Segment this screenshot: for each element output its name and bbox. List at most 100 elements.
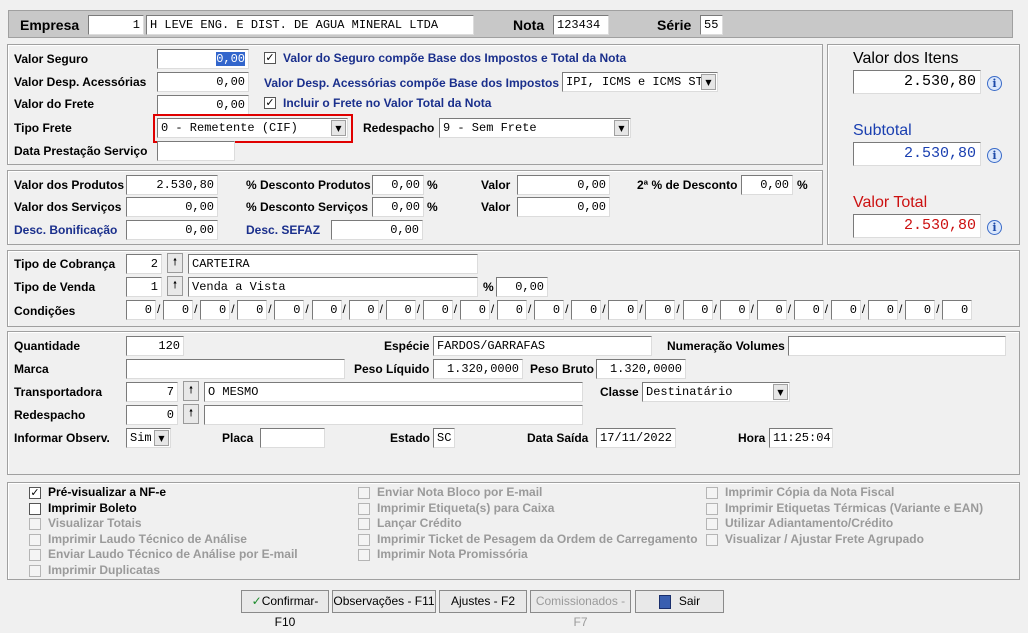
- desc-serv-field[interactable]: 0,00: [372, 197, 424, 217]
- tipo-venda-code[interactable]: 1: [126, 277, 162, 297]
- info-icon[interactable]: i: [987, 220, 1002, 235]
- condicao-field[interactable]: 0: [422, 300, 453, 320]
- option-checkbox[interactable]: [29, 549, 41, 561]
- condicao-field[interactable]: 0: [608, 300, 639, 320]
- condicao-field[interactable]: 0: [905, 300, 936, 320]
- condicao-field[interactable]: 0: [793, 300, 824, 320]
- redespacho-select[interactable]: 9 - Sem Frete ▼: [439, 118, 631, 138]
- seguro-field[interactable]: 0,00: [157, 49, 249, 69]
- condicao-field[interactable]: 0: [756, 300, 787, 320]
- especie-field[interactable]: FARDOS/GARRAFAS: [433, 336, 652, 356]
- option-checkbox[interactable]: [29, 564, 41, 577]
- condicao-field[interactable]: 0: [571, 300, 602, 320]
- frete-checkbox[interactable]: ✓: [264, 97, 276, 109]
- condicao-field[interactable]: 0: [942, 300, 973, 320]
- quantidade-field[interactable]: 120: [126, 336, 184, 356]
- produtos-field[interactable]: 2.530,80: [126, 175, 218, 195]
- condicao-field[interactable]: 0: [274, 300, 305, 320]
- data-saida-field[interactable]: 17/11/2022: [596, 428, 676, 448]
- chevron-down-icon[interactable]: ▼: [154, 430, 169, 446]
- chevron-down-icon[interactable]: ▼: [701, 74, 716, 90]
- redesp-code[interactable]: 0: [126, 405, 178, 425]
- hora-field[interactable]: 11:25:04: [769, 428, 833, 448]
- option-checkbox[interactable]: [706, 487, 718, 499]
- chevron-down-icon[interactable]: ▼: [614, 120, 629, 136]
- option-checkbox[interactable]: [358, 533, 370, 546]
- tipo-venda-name[interactable]: Venda a Vista: [188, 277, 478, 297]
- servicos-field[interactable]: 0,00: [126, 197, 218, 217]
- option-checkbox[interactable]: [358, 518, 370, 530]
- option-checkbox[interactable]: [358, 549, 370, 561]
- tipo-cobranca-name[interactable]: CARTEIRA: [188, 254, 478, 274]
- tipo-cobranca-code[interactable]: 2: [126, 254, 162, 274]
- transp-code[interactable]: 7: [126, 382, 178, 402]
- option-checkbox[interactable]: [706, 518, 718, 530]
- condicao-field[interactable]: 0: [163, 300, 194, 320]
- desc2-field[interactable]: 0,00: [741, 175, 793, 195]
- comissionados-button[interactable]: Comissionados - F7: [530, 590, 631, 629]
- desc-prod-field[interactable]: 0,00: [372, 175, 424, 195]
- sefaz-field[interactable]: 0,00: [331, 220, 423, 240]
- condicao-field[interactable]: 0: [459, 300, 490, 320]
- serie-field[interactable]: 55: [700, 15, 723, 35]
- lookup-arrow-icon[interactable]: 🠕: [167, 253, 183, 273]
- condicao-separator: /: [379, 302, 383, 316]
- desp-field[interactable]: 0,00: [157, 72, 249, 92]
- lookup-arrow-icon[interactable]: 🠕: [167, 276, 183, 296]
- lookup-arrow-icon[interactable]: 🠕: [183, 381, 199, 401]
- condicao-field[interactable]: 0: [868, 300, 898, 320]
- condicao-field[interactable]: 0: [126, 300, 156, 320]
- empresa-name-field[interactable]: H LEVE ENG. E DIST. DE AGUA MINERAL LTDA: [146, 15, 474, 35]
- condicao-field[interactable]: 0: [348, 300, 379, 320]
- condicao-field[interactable]: 0: [311, 300, 342, 320]
- peso-liq-field[interactable]: 1.320,0000: [433, 359, 523, 379]
- condicao-field[interactable]: 0: [237, 300, 268, 320]
- placa-field[interactable]: [260, 428, 325, 448]
- info-icon[interactable]: i: [987, 148, 1002, 163]
- classe-select[interactable]: Destinatário ▼: [642, 382, 790, 402]
- obs-select[interactable]: Sim ▼: [126, 428, 171, 448]
- ajustes-button[interactable]: Ajustes - F2: [439, 590, 527, 613]
- nota-field[interactable]: 123434: [553, 15, 609, 35]
- option-checkbox[interactable]: [29, 518, 41, 530]
- chevron-down-icon[interactable]: ▼: [773, 384, 788, 400]
- confirmar-button[interactable]: ✓Confirmar-F10: [241, 590, 329, 629]
- transp-name[interactable]: O MESMO: [204, 382, 583, 402]
- peso-bruto-field[interactable]: 1.320,0000: [596, 359, 686, 379]
- classe-label: Classe: [600, 385, 639, 399]
- condicao-field[interactable]: 0: [682, 300, 713, 320]
- condicao-field[interactable]: 0: [534, 300, 565, 320]
- condicao-field[interactable]: 0: [497, 300, 527, 320]
- bonif-field[interactable]: 0,00: [126, 220, 218, 240]
- empresa-code-field[interactable]: 1: [88, 15, 144, 35]
- sair-button[interactable]: Sair: [635, 590, 724, 613]
- estado-field[interactable]: SC: [433, 428, 455, 448]
- option-checkbox[interactable]: [706, 502, 718, 515]
- marca-field[interactable]: [126, 359, 345, 379]
- condicao-field[interactable]: 0: [385, 300, 416, 320]
- condicao-field[interactable]: 0: [200, 300, 231, 320]
- observacoes-button[interactable]: Observações - F11: [332, 590, 436, 613]
- tipo-frete-select[interactable]: 0 - Remetente (CIF) ▼: [157, 118, 348, 138]
- lookup-arrow-icon[interactable]: 🠕: [183, 404, 199, 424]
- option-checkbox[interactable]: [706, 533, 718, 546]
- option-checkbox[interactable]: [29, 502, 41, 515]
- condicao-field[interactable]: 0: [830, 300, 861, 320]
- frete-field[interactable]: 0,00: [157, 95, 249, 115]
- info-icon[interactable]: i: [987, 76, 1002, 91]
- condicao-field[interactable]: 0: [719, 300, 750, 320]
- valor1-field[interactable]: 0,00: [517, 175, 610, 195]
- option-checkbox[interactable]: ✓: [29, 487, 41, 499]
- numeracao-field[interactable]: [788, 336, 1006, 356]
- option-checkbox[interactable]: [29, 533, 41, 546]
- redesp-name[interactable]: [204, 405, 583, 425]
- valor2-field[interactable]: 0,00: [517, 197, 610, 217]
- data-prest-field[interactable]: [157, 141, 235, 161]
- condicao-field[interactable]: 0: [645, 300, 676, 320]
- desp-base-select[interactable]: IPI, ICMS e ICMS ST ▼: [562, 72, 718, 92]
- seguro-checkbox[interactable]: ✓: [264, 52, 276, 64]
- chevron-down-icon[interactable]: ▼: [331, 120, 346, 136]
- option-checkbox[interactable]: [358, 502, 370, 515]
- option-checkbox[interactable]: [358, 487, 370, 499]
- venda-pct-field[interactable]: 0,00: [496, 277, 548, 297]
